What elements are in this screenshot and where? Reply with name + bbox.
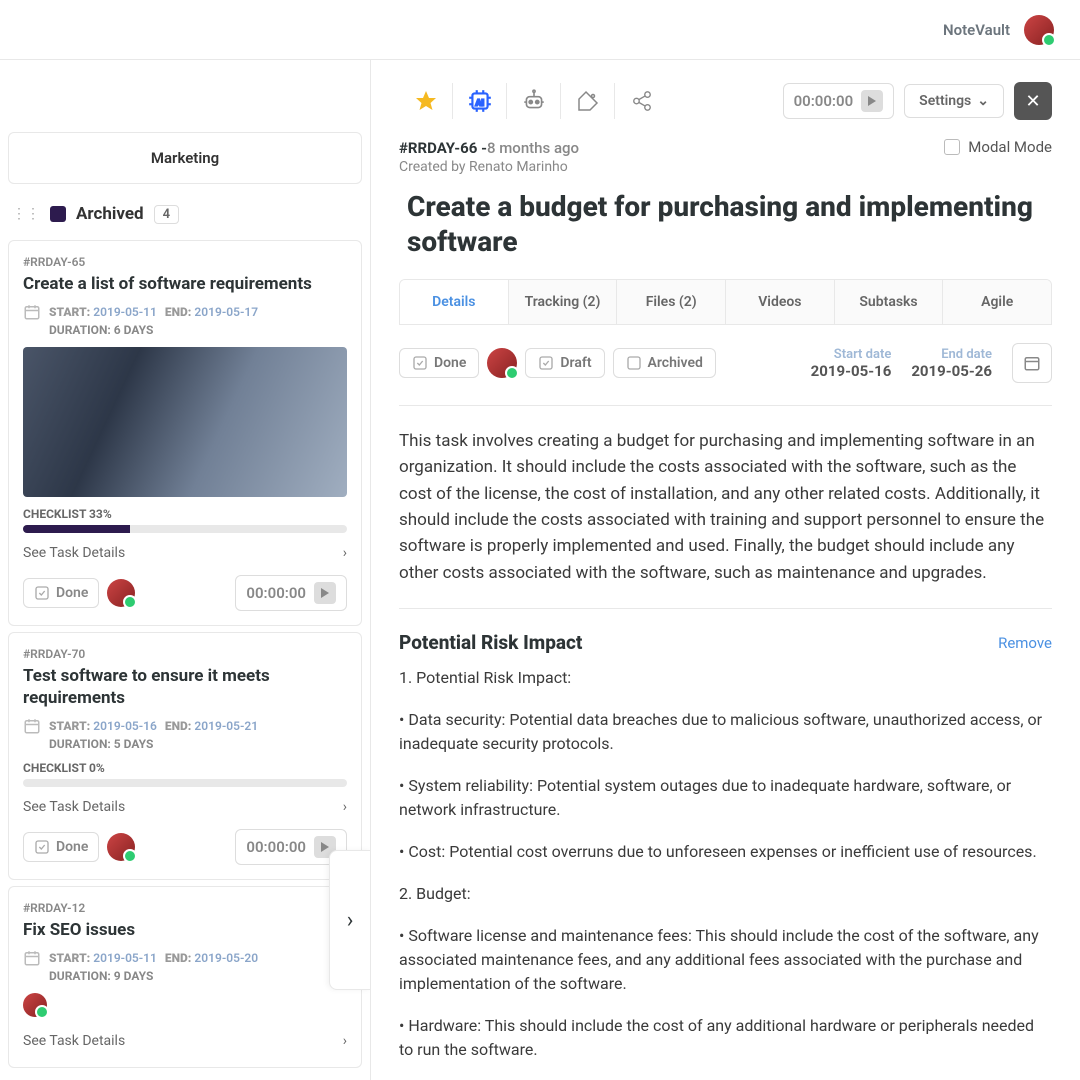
assignee-avatar[interactable]	[487, 348, 517, 378]
timer[interactable]: 00:00:00	[235, 575, 347, 611]
task-title: Create a budget for purchasing and imple…	[407, 189, 1052, 259]
chevron-right-icon: ›	[343, 545, 347, 561]
tab-tracking[interactable]: Tracking (2)	[509, 280, 618, 324]
done-chip[interactable]: Done	[23, 578, 99, 608]
close-button[interactable]: ✕	[1014, 82, 1052, 120]
detail-toolbar: AI 00:00:00 Settings ⌄ ✕	[399, 82, 1052, 120]
card-title: Fix SEO issues	[23, 919, 347, 941]
column-name: Archived	[76, 204, 144, 224]
card-dates: START: 2019-05-11 END: 2019-05-20	[23, 949, 347, 967]
detail-timer[interactable]: 00:00:00	[783, 83, 895, 119]
detail-tabs: Details Tracking (2) Files (2) Videos Su…	[399, 279, 1052, 325]
card-duration: DURATION: 6 DAYS	[49, 323, 347, 337]
created-by: Created by Renato Marinho	[399, 159, 579, 175]
calendar-button[interactable]	[1012, 343, 1052, 383]
app-header: NoteVault	[0, 0, 1080, 60]
risk-section-title: Potential Risk Impact	[399, 631, 582, 654]
remove-link[interactable]: Remove	[998, 634, 1052, 652]
ai-icon[interactable]: AI	[453, 83, 507, 119]
play-icon[interactable]	[861, 90, 883, 112]
tab-videos[interactable]: Videos	[726, 280, 835, 324]
task-card[interactable]: #RRDAY-70 Test software to ensure it mee…	[8, 632, 362, 880]
drag-icon[interactable]: ⋮⋮	[12, 206, 40, 222]
tab-files[interactable]: Files (2)	[617, 280, 726, 324]
see-task-details[interactable]: See Task Details ›	[23, 533, 347, 565]
column-count: 4	[154, 205, 179, 224]
task-description: This task involves creating a budget for…	[399, 428, 1052, 586]
checkbox-icon	[944, 139, 960, 155]
progress-bar	[23, 525, 347, 533]
risk-body: 1. Potential Risk Impact: • Data securit…	[399, 666, 1052, 1062]
done-chip[interactable]: Done	[399, 348, 479, 378]
assignee-avatar[interactable]	[107, 579, 135, 607]
start-date: Start date 2019-05-16	[811, 347, 892, 380]
see-task-details[interactable]: See Task Details ›	[23, 787, 347, 819]
end-date: End date 2019-05-26	[911, 347, 992, 380]
archived-chip[interactable]: Archived	[613, 348, 716, 378]
card-dates: START: 2019-05-11 END: 2019-05-17	[23, 303, 347, 321]
card-id: #RRDAY-65	[23, 255, 347, 269]
task-card[interactable]: #RRDAY-12 Fix SEO issues START: 2019-05-…	[8, 886, 362, 1068]
done-chip[interactable]: Done	[23, 832, 99, 862]
column-color-swatch	[50, 206, 66, 222]
card-duration: DURATION: 5 DAYS	[49, 737, 347, 751]
card-id: #RRDAY-70	[23, 647, 347, 661]
card-duration: DURATION: 9 DAYS	[49, 969, 347, 983]
card-dates: START: 2019-05-16 END: 2019-05-21	[23, 717, 347, 735]
divider	[399, 405, 1052, 406]
tag-icon[interactable]	[561, 83, 615, 119]
see-task-details[interactable]: See Task Details ›	[23, 1021, 347, 1053]
column-header: ⋮⋮ Archived 4	[0, 194, 370, 234]
expand-panel-handle[interactable]: ›	[329, 850, 371, 990]
play-icon[interactable]	[314, 582, 336, 604]
task-id: #RRDAY-66 -8 months ago	[399, 139, 579, 157]
tab-agile[interactable]: Agile	[943, 280, 1051, 324]
calendar-icon	[23, 303, 41, 321]
chevron-right-icon: ›	[343, 799, 347, 815]
checklist-label: CHECKLIST 0%	[23, 761, 347, 775]
star-icon[interactable]	[399, 83, 453, 119]
checklist-label: CHECKLIST 33%	[23, 507, 347, 521]
chevron-right-icon: ›	[343, 1033, 347, 1049]
modal-mode-toggle[interactable]: Modal Mode	[944, 138, 1052, 156]
calendar-icon	[23, 717, 41, 735]
progress-bar	[23, 779, 347, 787]
user-avatar[interactable]	[1024, 15, 1054, 45]
assignee-avatar[interactable]	[107, 833, 135, 861]
card-id: #RRDAY-12	[23, 901, 347, 915]
settings-button[interactable]: Settings ⌄	[904, 84, 1004, 118]
board-panel: Marketing ⋮⋮ Archived 4 #RRDAY-65 Create…	[0, 60, 371, 1080]
share-icon[interactable]	[615, 83, 669, 119]
tab-details[interactable]: Details	[400, 280, 509, 324]
tab-subtasks[interactable]: Subtasks	[835, 280, 944, 324]
board-title[interactable]: Marketing	[8, 132, 362, 184]
draft-chip[interactable]: Draft	[525, 348, 604, 378]
card-title: Create a list of software requirements	[23, 273, 347, 295]
chevron-down-icon: ⌄	[977, 93, 989, 109]
calendar-icon	[23, 949, 41, 967]
brand-name: NoteVault	[943, 21, 1010, 39]
task-detail-panel: AI 00:00:00 Settings ⌄ ✕ #RRDAY-66 -8 mo…	[371, 60, 1080, 1080]
assignee-avatar[interactable]	[23, 993, 47, 1017]
divider	[399, 608, 1052, 609]
robot-icon[interactable]	[507, 83, 561, 119]
author-link[interactable]: Renato Marinho	[469, 159, 568, 175]
task-card[interactable]: #RRDAY-65 Create a list of software requ…	[8, 240, 362, 626]
svg-text:AI: AI	[475, 98, 483, 108]
card-image	[23, 347, 347, 497]
card-title: Test software to ensure it meets require…	[23, 665, 347, 709]
